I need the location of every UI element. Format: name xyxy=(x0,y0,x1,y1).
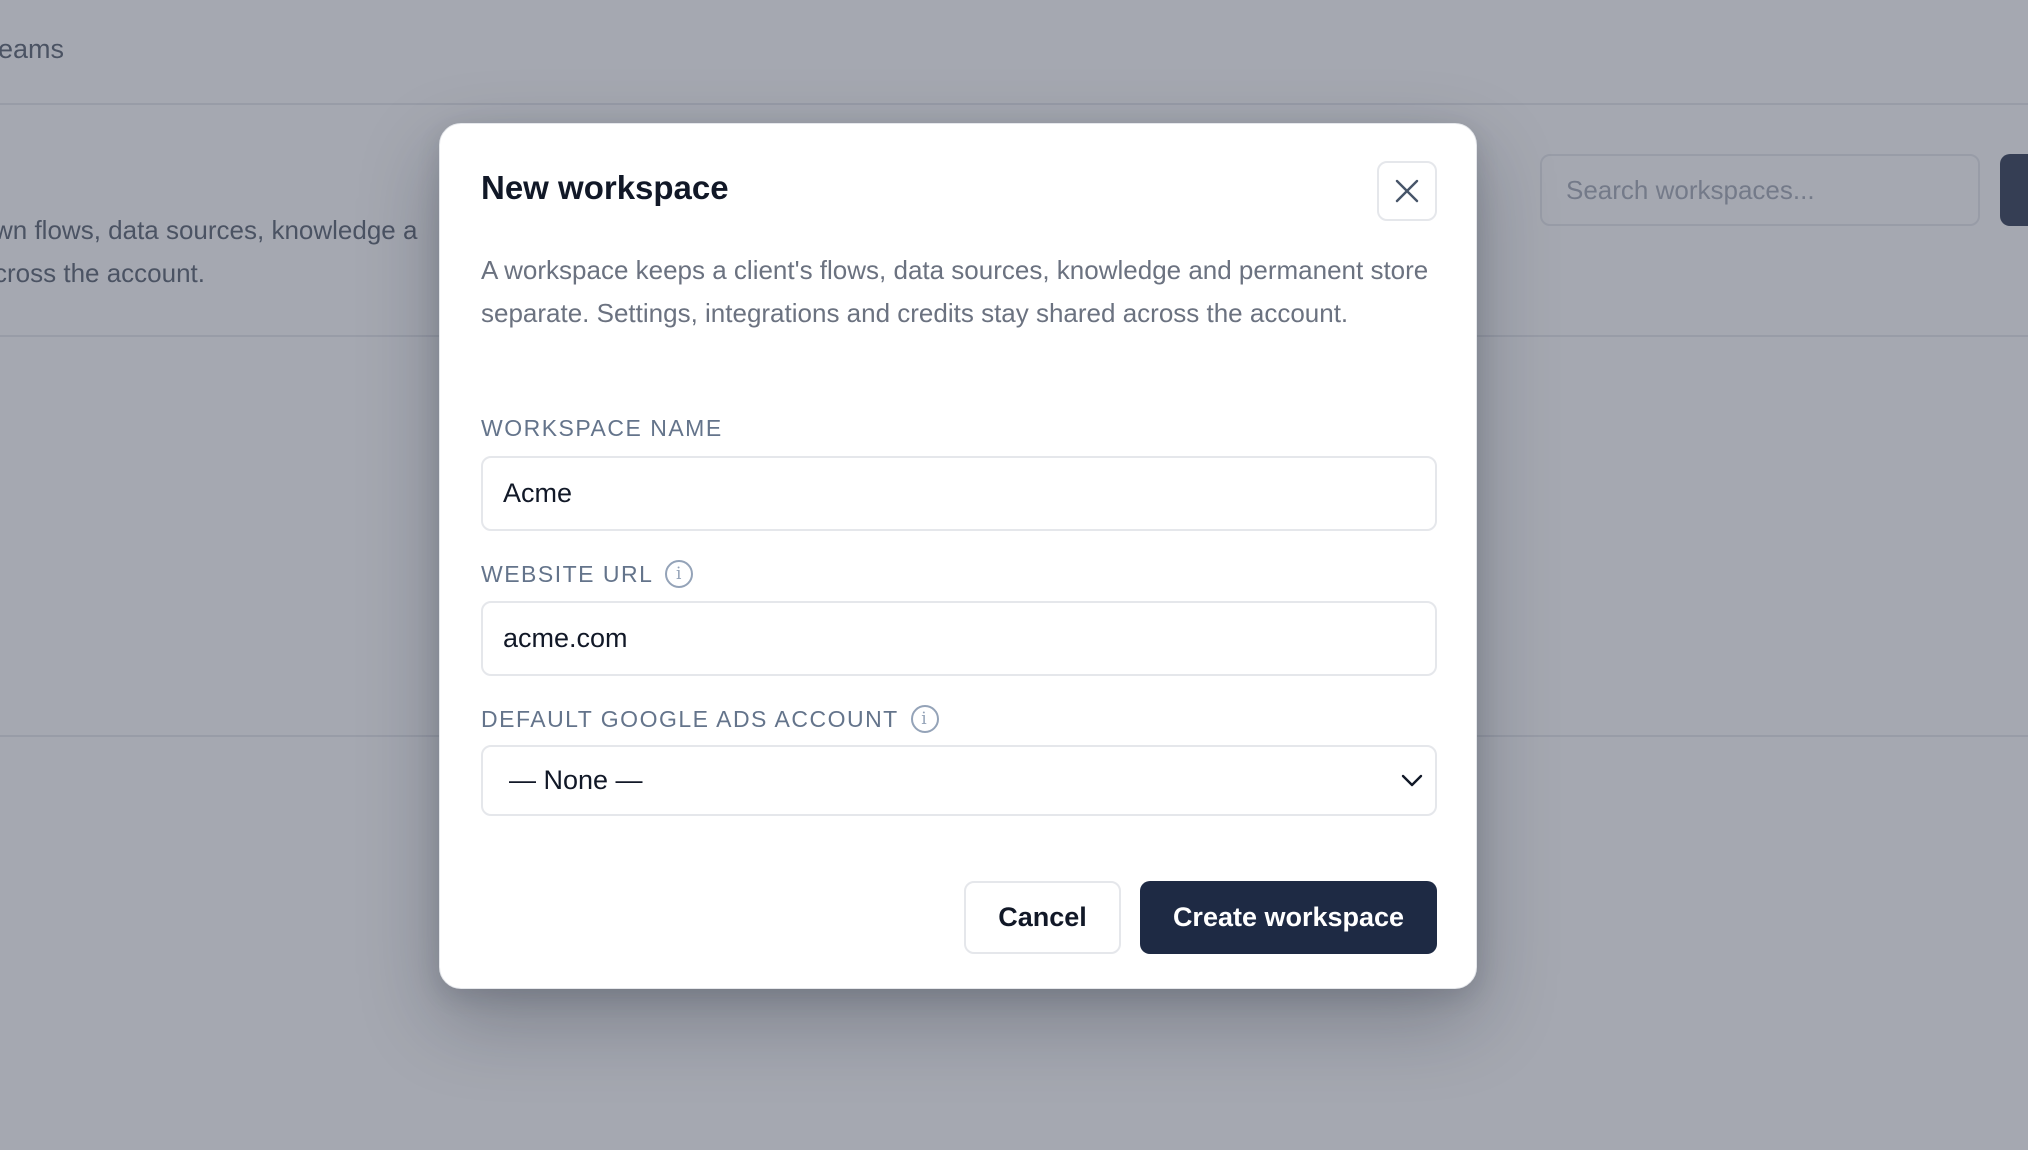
close-icon xyxy=(1395,179,1419,203)
workspace-name-input[interactable] xyxy=(481,456,1437,531)
info-icon[interactable]: i xyxy=(910,705,939,733)
workspace-name-label-text: WORKSPACE NAME xyxy=(481,415,723,441)
google-ads-account-label-text: DEFAULT GOOGLE ADS ACCOUNT xyxy=(481,705,899,732)
website-url-input[interactable] xyxy=(481,601,1437,676)
google-ads-account-label: DEFAULT GOOGLE ADS ACCOUNT i xyxy=(481,705,939,733)
chevron-down-icon xyxy=(1401,774,1423,786)
dialog-title: New workspace xyxy=(481,169,729,206)
website-url-label-text: WEBSITE URL xyxy=(481,560,654,587)
info-icon[interactable]: i xyxy=(665,560,694,588)
cancel-button[interactable]: Cancel xyxy=(964,881,1121,954)
dialog-description: A workspace keeps a client's flows, data… xyxy=(481,255,1429,328)
website-url-label: WEBSITE URL i xyxy=(481,560,694,588)
close-button[interactable] xyxy=(1377,161,1437,221)
workspace-name-label: WORKSPACE NAME xyxy=(481,415,723,442)
google-ads-account-select[interactable]: — None — xyxy=(481,745,1437,816)
select-value: — None — xyxy=(509,765,643,795)
new-workspace-dialog: New workspace A workspace keeps a client… xyxy=(439,123,1477,989)
create-workspace-button[interactable]: Create workspace xyxy=(1140,881,1437,954)
